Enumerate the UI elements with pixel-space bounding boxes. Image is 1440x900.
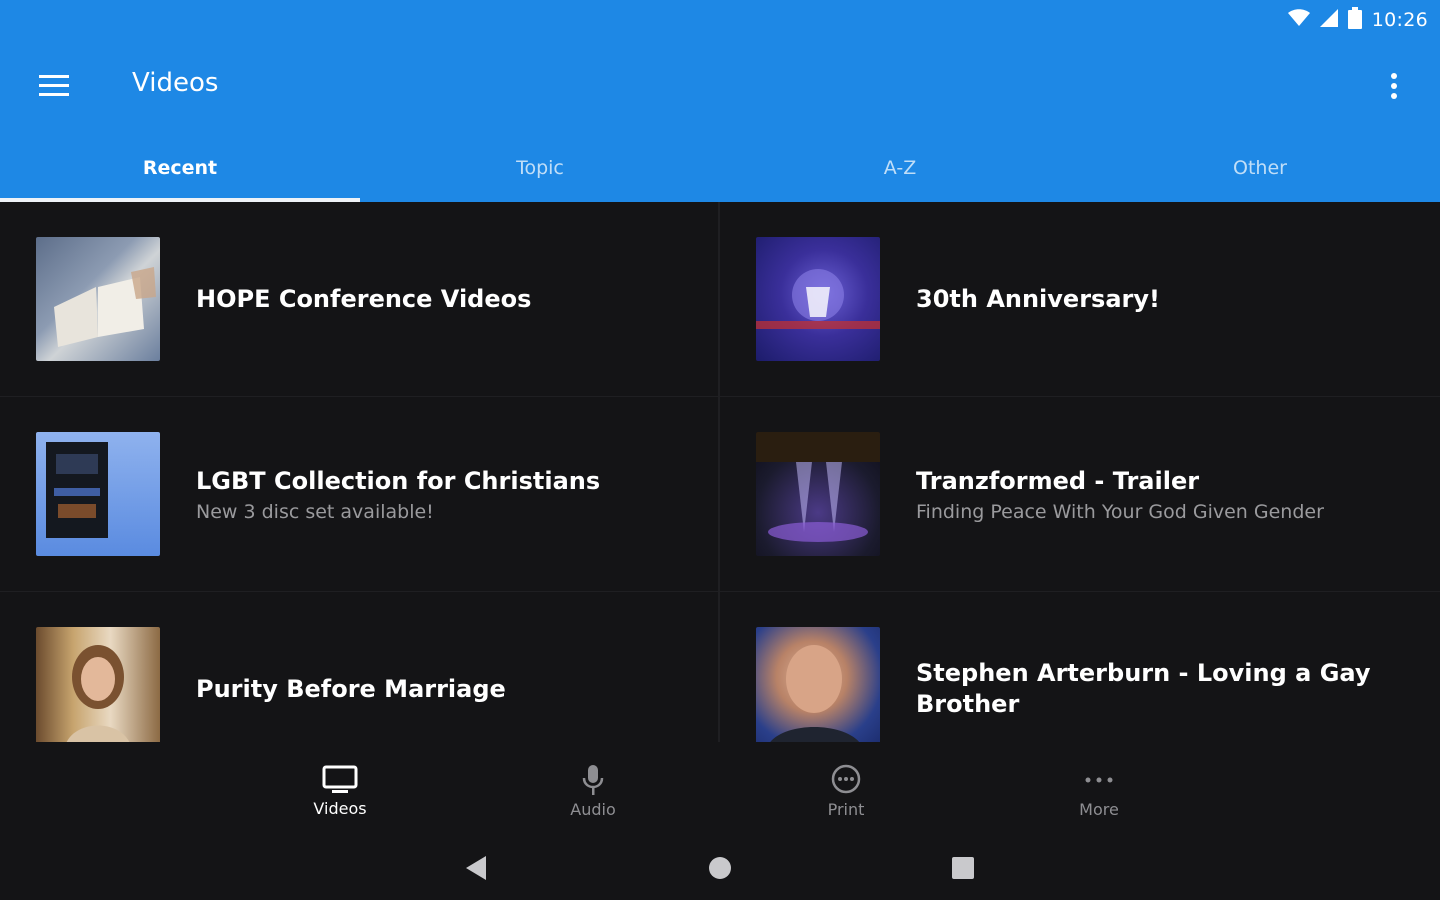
video-card-30th-anniversary[interactable]: 30th Anniversary! (720, 202, 1440, 397)
signal-icon (1319, 9, 1338, 31)
tab-topic[interactable]: Topic (360, 134, 720, 202)
card-text: Stephen Arterburn - Loving a Gay Brother (916, 592, 1420, 742)
card-subtitle: Finding Peace With Your God Given Gender (916, 500, 1324, 523)
system-navigation (0, 834, 1440, 900)
card-title: 30th Anniversary! (916, 284, 1160, 313)
card-text: HOPE Conference Videos (196, 202, 698, 396)
recents-square-icon (952, 857, 974, 879)
nav-label: Videos (313, 798, 367, 818)
tranzformed-image (756, 432, 880, 556)
overflow-menu-button[interactable] (1368, 60, 1420, 112)
tab-a-z[interactable]: A-Z (720, 134, 1080, 202)
back-triangle-icon (466, 856, 486, 880)
nav-videos[interactable]: Videos (280, 752, 400, 830)
bottom-navigation: Videos Audio Print More (0, 742, 1440, 834)
card-title: Tranzformed - Trailer (916, 466, 1200, 495)
video-card-hope-conference[interactable]: HOPE Conference Videos (0, 202, 720, 397)
more-dots-icon (1085, 777, 1113, 782)
dvd-box-image (36, 432, 160, 556)
card-text: Tranzformed - Trailer Finding Peace With… (916, 397, 1420, 591)
anniversary-image (756, 237, 880, 361)
nav-label: More (1079, 799, 1119, 819)
nav-more[interactable]: More (1039, 752, 1159, 830)
nav-label: Print (827, 799, 865, 819)
video-card-tranzformed-trailer[interactable]: Tranzformed - Trailer Finding Peace With… (720, 397, 1440, 592)
home-circle-icon (709, 857, 731, 879)
app-root: 10:26 Videos Recent Topic A-Z Other HOPE… (0, 0, 1440, 900)
tab-bar: Recent Topic A-Z Other (0, 134, 1440, 202)
card-text: 30th Anniversary! (916, 202, 1420, 396)
nav-print[interactable]: Print (786, 752, 906, 830)
card-text: Purity Before Marriage (196, 592, 698, 742)
video-card-stephen-arterburn[interactable]: Stephen Arterburn - Loving a Gay Brother (720, 592, 1440, 742)
page-title: Videos (132, 68, 219, 98)
menu-button[interactable] (26, 60, 82, 112)
card-subtitle: New 3 disc set available! (196, 500, 434, 523)
nav-label: Audio (570, 799, 616, 819)
nav-audio[interactable]: Audio (533, 752, 653, 830)
card-title: Purity Before Marriage (196, 674, 506, 703)
recents-button[interactable] (943, 848, 983, 888)
card-text: LGBT Collection for Christians New 3 dis… (196, 397, 698, 591)
status-time: 10:26 (1371, 9, 1428, 31)
chat-bubble-icon (831, 764, 861, 793)
man-portrait-image (756, 627, 880, 742)
back-button[interactable] (456, 848, 496, 888)
hamburger-icon (39, 75, 69, 96)
wifi-icon (1287, 9, 1310, 31)
status-bar: 10:26 (1040, 0, 1440, 40)
woman-portrait-image (36, 627, 160, 742)
battery-icon (1347, 7, 1362, 33)
vertical-dots-icon (1391, 73, 1397, 99)
tab-other[interactable]: Other (1080, 134, 1440, 202)
bible-image (36, 237, 160, 361)
app-bar: 10:26 Videos Recent Topic A-Z Other (0, 0, 1440, 202)
tab-recent[interactable]: Recent (0, 134, 360, 202)
card-title: LGBT Collection for Christians (196, 466, 601, 495)
tv-icon (322, 765, 358, 793)
microphone-icon (582, 764, 604, 795)
video-card-purity-before-marriage[interactable]: Purity Before Marriage (0, 592, 720, 742)
video-card-lgbt-collection[interactable]: LGBT Collection for Christians New 3 dis… (0, 397, 720, 592)
card-title: HOPE Conference Videos (196, 284, 532, 313)
video-list: HOPE Conference Videos 30th Anniversary! (0, 202, 1440, 742)
card-title: Stephen Arterburn - Loving a Gay Brother (916, 659, 1371, 718)
home-button[interactable] (700, 848, 740, 888)
